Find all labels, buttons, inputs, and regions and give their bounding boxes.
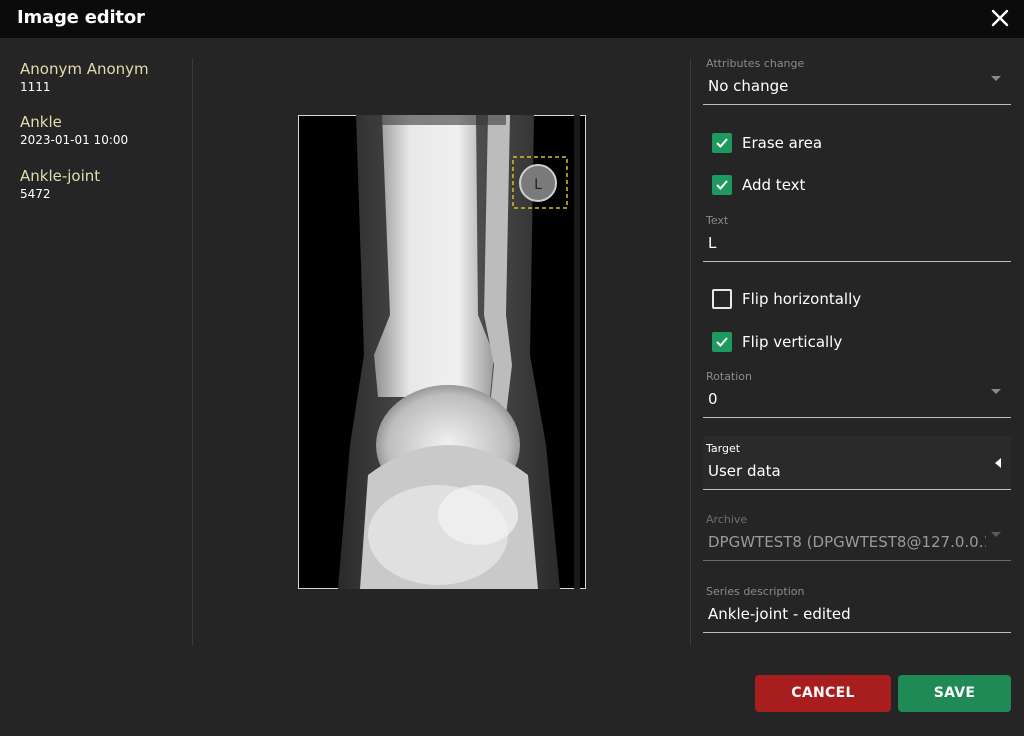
- patient-name: Anonym Anonym: [20, 60, 149, 78]
- archive-select: Archive DPGWTEST8 (DPGWTEST8@127.0.0.1:5: [703, 512, 1011, 562]
- svg-text:L: L: [534, 177, 542, 193]
- check-icon: [712, 332, 732, 352]
- series-name: Ankle-joint: [20, 167, 101, 185]
- series-block: Ankle-joint 5472: [20, 167, 100, 202]
- target-value: User data: [708, 462, 781, 480]
- close-icon[interactable]: [988, 6, 1012, 30]
- dialog-title: Image editor: [17, 7, 145, 28]
- study-block: Ankle 2023-01-01 10:00: [20, 113, 128, 148]
- checkbox-empty: [712, 289, 732, 309]
- check-icon: [712, 133, 732, 153]
- series-description-value: Ankle-joint - edited: [708, 605, 851, 623]
- series-description-label: Series description: [706, 585, 805, 598]
- field-underline: [703, 104, 1011, 105]
- save-button[interactable]: SAVE: [898, 675, 1011, 712]
- series-number: 5472: [20, 187, 51, 201]
- chevron-down-icon: [991, 76, 1001, 81]
- field-underline: [703, 489, 1011, 490]
- add-text-label: Add text: [742, 176, 806, 194]
- field-underline: [703, 632, 1011, 633]
- rotation-select[interactable]: Rotation 0: [703, 369, 1011, 419]
- text-input[interactable]: Text L: [703, 213, 1011, 263]
- field-underline: [703, 560, 1011, 561]
- chevron-down-icon: [991, 389, 1001, 394]
- patient-id: 1111: [20, 80, 51, 94]
- text-label: Text: [706, 214, 729, 227]
- flip-vertically-label: Flip vertically: [742, 333, 843, 351]
- flip-horizontally-label: Flip horizontally: [742, 290, 862, 308]
- cancel-button[interactable]: CANCEL: [755, 675, 891, 712]
- left-divider: [192, 58, 193, 646]
- attributes-change-value: No change: [708, 77, 789, 95]
- right-divider: [690, 58, 691, 646]
- rotation-value: 0: [708, 390, 718, 408]
- image-editor-dialog: Image editor Anonym Anonym 1111 Ankle 20…: [0, 0, 1024, 736]
- attributes-change-select[interactable]: Attributes change No change: [703, 56, 1011, 106]
- chevron-left-icon: [995, 458, 1001, 468]
- title-bar: Image editor: [0, 0, 1024, 38]
- check-icon: [712, 175, 732, 195]
- text-value: L: [708, 234, 717, 252]
- target-select[interactable]: Target User data: [703, 436, 1011, 490]
- xray-image-preview[interactable]: L: [298, 115, 586, 589]
- field-underline: [703, 417, 1011, 418]
- patient-block: Anonym Anonym 1111: [20, 60, 149, 95]
- study-name: Ankle: [20, 113, 62, 131]
- attributes-change-label: Attributes change: [706, 57, 805, 70]
- field-underline: [703, 261, 1011, 262]
- series-description-input[interactable]: Series description Ankle-joint - edited: [703, 584, 1011, 634]
- chevron-down-icon: [991, 532, 1001, 537]
- study-date: 2023-01-01 10:00: [20, 133, 129, 147]
- rotation-label: Rotation: [706, 370, 753, 383]
- erase-area-label: Erase area: [742, 134, 823, 152]
- archive-value: DPGWTEST8 (DPGWTEST8@127.0.0.1:5: [708, 533, 986, 551]
- target-label: Target: [706, 442, 741, 455]
- archive-label: Archive: [706, 513, 748, 526]
